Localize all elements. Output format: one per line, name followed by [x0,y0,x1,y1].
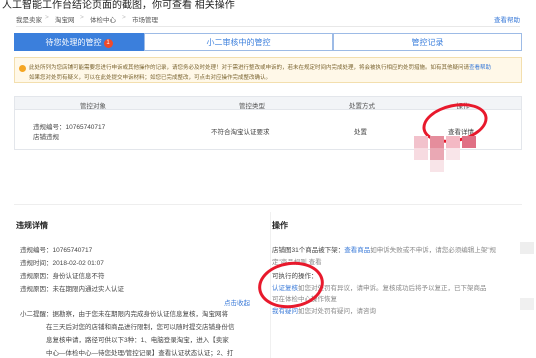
violation-kind: 店铺违规 [33,134,59,141]
detail-number: 违规编号：10765740717 [20,247,93,254]
violation-number: 违规编号：10765740717 [33,124,106,131]
tab-label: 管控记录 [411,38,444,47]
disposal-method: 处置 [354,129,367,136]
top-cut-text: 人工智能工作台结论页面的截图，你可查看 相关操作 [0,0,536,11]
tab-control-records[interactable]: 管控记录 [333,33,522,51]
tip-line-1: 小二提醒：据勘察，由于您未在期限内完成身份认证信息复核，淘宝网将 [20,311,228,318]
violation-details-panel: 违规详情 违规编号：10765740717 违规时间：2018-02-02 01… [16,220,256,358]
question-description: 如您对处罚有疑问，请咨询 [298,308,376,315]
question-link[interactable]: 我有疑问 [272,308,298,315]
breadcrumb: 我是卖家 > 淘宝网 > 体检中心 > 市场管理 查看帮助 [16,12,520,27]
removed-products-text: 店铺图31个商品被下架： [272,247,345,254]
col-header-object: 管控对象 [80,103,106,110]
detail-time: 违规时间：2018-02-02 01:07 [20,260,104,267]
operations-line-1: 店铺图31个商品被下架：查看商品如申诉失败或不申诉，请您必须编辑上架"规 [272,244,520,254]
mosaic-block [446,148,460,160]
tip-line-2: 在三天后对您的店铺和商品进行限制，您可以随时提交店铺身份信 [46,324,235,331]
tip-line-4: 中心—体检中心—待您处理/管控记录】查看认证状态认证；2、打 [46,350,234,357]
mosaic-block [430,160,444,172]
tab-pending-controls[interactable]: 待您处理的管控 1 [14,33,144,51]
verify-description: 如您对处罚有异议，请申诉。复核成功后将予以复正，已下架商品 [298,285,487,292]
tip-line-3: 息复核申请，路径可供以下3种：1、电脑登录淘宝，进入【卖家 [46,337,229,344]
control-type: 不符合淘宝认证要求 [211,129,270,136]
view-products-link[interactable]: 查看商品 [344,247,370,254]
warning-icon [19,65,26,72]
notice-line-2: 如果您对处罚有疑义，可以在此处提交申诉材料；如您已完成整改，可点击对应操作完成整… [29,75,272,81]
details-title: 违规详情 [16,221,48,230]
breadcrumb-item-health-center[interactable]: 体检中心 [90,14,116,24]
notice-banner: 此处所列为您店铺可能需要您进行申诉或其他操作的记录，请您务必及时处理！对于需进行… [14,57,522,83]
tab-under-review[interactable]: 小二审核中的管控 [144,33,333,51]
mosaic-block [462,136,476,148]
tab-count-badge: 1 [103,39,113,48]
notice-text: 此处所列为您店铺可能需要您进行申诉或其他操作的记录，请您务必及时处理！对于需进行… [29,65,470,71]
mosaic-block [430,148,444,160]
mosaic-block [520,242,534,254]
mosaic-block [430,136,444,148]
tab-label: 待您处理的管控 [45,38,102,47]
help-link[interactable]: 查看帮助 [494,14,520,24]
section-divider [14,204,522,205]
operations-title: 操作 [272,221,288,230]
breadcrumb-separator: > [122,14,126,21]
breadcrumb-separator: > [80,14,84,21]
breadcrumb-item-seller[interactable]: 我是卖家 [16,14,42,24]
col-header-type: 管控类型 [239,103,265,110]
mosaic-block [446,136,460,148]
tab-bar: 待您处理的管控 1 小二审核中的管控 管控记录 [14,33,522,51]
tab-label: 小二审核中的管控 [206,38,271,47]
removed-products-note: 如申诉失败或不申诉，请您必须编辑上架"规 [370,247,497,254]
col-header-disposal: 处置方式 [349,103,375,110]
breadcrumb-item-taobao[interactable]: 淘宝网 [55,14,75,24]
notice-line-1: 此处所列为您店铺可能需要您进行申诉或其他操作的记录，请您务必及时处理！对于需进行… [29,63,517,71]
breadcrumb-separator: > [45,14,49,21]
breadcrumb-item-market-control[interactable]: 市场管理 [132,14,158,24]
mosaic-block [414,148,428,160]
notice-help-link[interactable]: 查看帮助 [469,65,491,71]
top-cut-caption: 人工智能工作台结论页面的截图，你可查看 相关操作 [2,0,235,11]
mosaic-block [520,298,534,310]
detail-reason-1: 违规原因：身份认证信息不符 [20,273,105,280]
collapse-link[interactable]: 点击收起 [224,297,250,307]
detail-reason-2: 违规原因：未在期限内通过实人认证 [20,286,124,293]
mosaic-block [414,136,428,148]
